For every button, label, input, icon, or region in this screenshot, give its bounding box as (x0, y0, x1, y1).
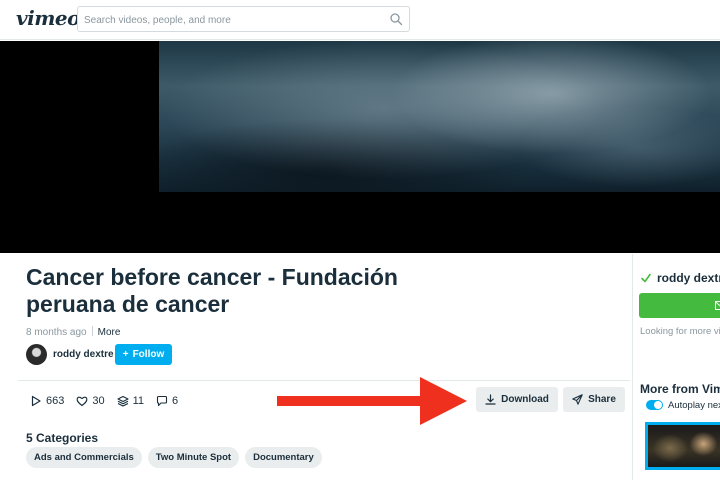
share-button[interactable]: Share (563, 387, 625, 412)
download-button[interactable]: Download (476, 387, 558, 412)
video-meta: 8 months ago More (26, 326, 120, 338)
next-video-thumbnail[interactable] (645, 422, 720, 470)
message-button[interactable] (639, 293, 720, 318)
follow-button[interactable]: + Follow (115, 344, 172, 365)
more-from-heading: More from Vim (640, 382, 720, 396)
plus-icon: + (122, 349, 129, 360)
looking-for-more-text: Looking for more vi (640, 326, 720, 337)
plays-count: 663 (46, 395, 65, 407)
more-link[interactable]: More (98, 327, 121, 338)
search-icon[interactable] (389, 12, 403, 26)
posted-time: 8 months ago (26, 327, 87, 338)
red-arrow-annotation (277, 377, 467, 425)
paper-plane-icon (572, 394, 583, 405)
plays-stat: 663 (30, 395, 64, 407)
collections-stat[interactable]: 11 (117, 395, 144, 407)
category-chip[interactable]: Two Minute Spot (147, 447, 240, 468)
sidebar-author-name[interactable]: roddy dextre (657, 271, 720, 285)
play-icon (31, 395, 41, 407)
mail-icon (715, 301, 720, 310)
comment-icon (156, 395, 168, 407)
heart-icon (76, 396, 88, 407)
share-label: Share (588, 394, 616, 405)
video-title: Cancer before cancer - Fundación peruana… (26, 264, 398, 317)
category-list: Ads and Commercials Two Minute Spot Docu… (26, 447, 322, 468)
thumbnail-image (648, 425, 720, 467)
likes-count: 30 (92, 395, 105, 407)
follow-label: Follow (132, 349, 165, 360)
video-frame[interactable] (159, 41, 720, 192)
likes-stat[interactable]: 30 (76, 395, 105, 407)
download-label: Download (501, 394, 549, 405)
search-input[interactable] (84, 11, 384, 29)
layers-icon (117, 395, 129, 407)
avatar[interactable] (26, 344, 47, 365)
collections-count: 11 (132, 395, 145, 407)
meta-divider (91, 326, 93, 336)
stats-row: 663 30 11 6 (30, 394, 190, 408)
author-name[interactable]: roddy dextre (53, 349, 114, 360)
search-box[interactable] (77, 6, 410, 32)
categories-title: 5 Categories (26, 431, 99, 445)
check-icon (641, 273, 651, 283)
right-sidebar: roddy dextre Looking for more vi More fr… (632, 254, 720, 480)
autoplay-label: Autoplay nex (668, 400, 720, 411)
category-chip[interactable]: Documentary (245, 447, 322, 468)
autoplay-toggle[interactable] (646, 400, 663, 410)
category-chip[interactable]: Ads and Commercials (26, 447, 142, 468)
top-header: vimeo (0, 0, 720, 40)
comments-count: 6 (172, 395, 179, 407)
video-player[interactable] (0, 41, 720, 253)
comments-stat[interactable]: 6 (156, 395, 178, 407)
download-icon (485, 394, 496, 405)
vimeo-logo[interactable]: vimeo (16, 6, 80, 30)
